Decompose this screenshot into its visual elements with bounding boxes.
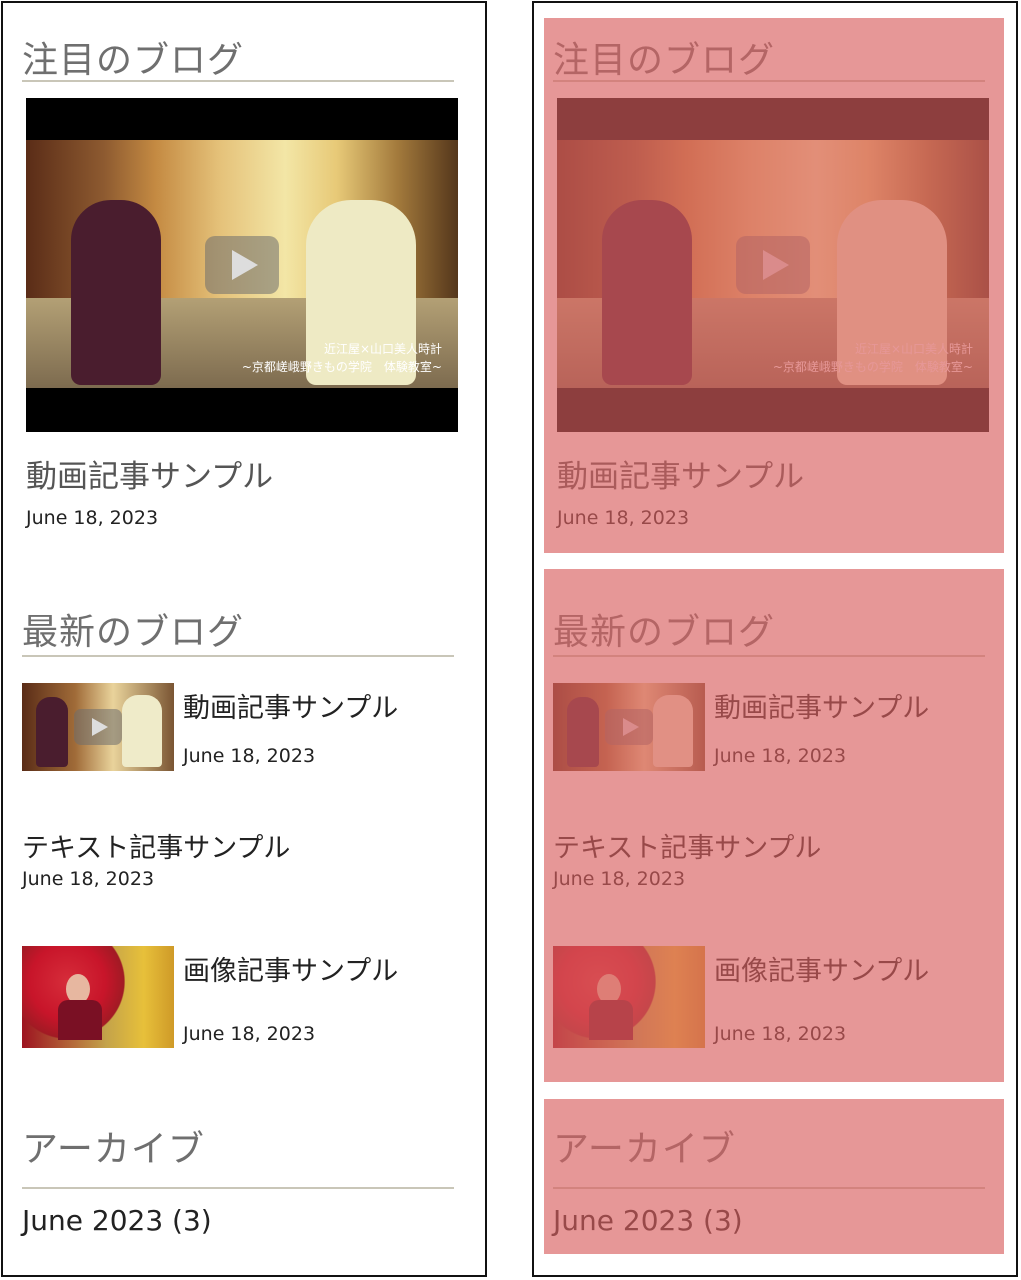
- play-icon[interactable]: [205, 236, 279, 294]
- recent-post-title[interactable]: 画像記事サンプル: [183, 949, 398, 988]
- archive-link-june-2023[interactable]: June 2023 (3): [22, 1204, 212, 1237]
- video-caption: 近江屋×山口美人時計 ~京都嵯峨野きもの学院 体験教室~: [241, 342, 442, 374]
- play-icon: [74, 709, 122, 745]
- divider: [22, 655, 454, 657]
- sidebar-panel-normal: 注目のブログ 近江屋×山口美人時計 ~京都嵯峨野きもの学院 体験教室~ 動画記事…: [1, 1, 487, 1277]
- widget-highlight-recent: [544, 569, 1004, 1082]
- widget-highlight-archive: [544, 1099, 1004, 1254]
- recent-post-date: June 18, 2023: [22, 868, 155, 890]
- featured-video-player[interactable]: 近江屋×山口美人時計 ~京都嵯峨野きもの学院 体験教室~: [26, 98, 458, 432]
- recent-post-title[interactable]: 動画記事サンプル: [183, 686, 398, 725]
- featured-heading: 注目のブログ: [22, 40, 245, 81]
- featured-post-title[interactable]: 動画記事サンプル: [26, 451, 273, 496]
- recent-post-title[interactable]: テキスト記事サンプル: [22, 826, 290, 865]
- recent-heading: 最新のブログ: [22, 612, 245, 653]
- divider: [22, 1187, 454, 1189]
- recent-post-date: June 18, 2023: [183, 1023, 316, 1045]
- video-thumbnail[interactable]: [22, 683, 174, 771]
- archive-heading: アーカイブ: [22, 1129, 205, 1170]
- recent-post-date: June 18, 2023: [183, 745, 316, 767]
- sidebar-panel-highlighted: 注目のブログ 近江屋×山口美人時計 ~京都嵯峨野きもの学院 体験教室~ 動画記事…: [532, 1, 1018, 1277]
- featured-post-date: June 18, 2023: [26, 507, 159, 529]
- divider: [22, 80, 454, 82]
- widget-highlight-featured: [544, 18, 1004, 553]
- image-thumbnail[interactable]: [22, 946, 174, 1048]
